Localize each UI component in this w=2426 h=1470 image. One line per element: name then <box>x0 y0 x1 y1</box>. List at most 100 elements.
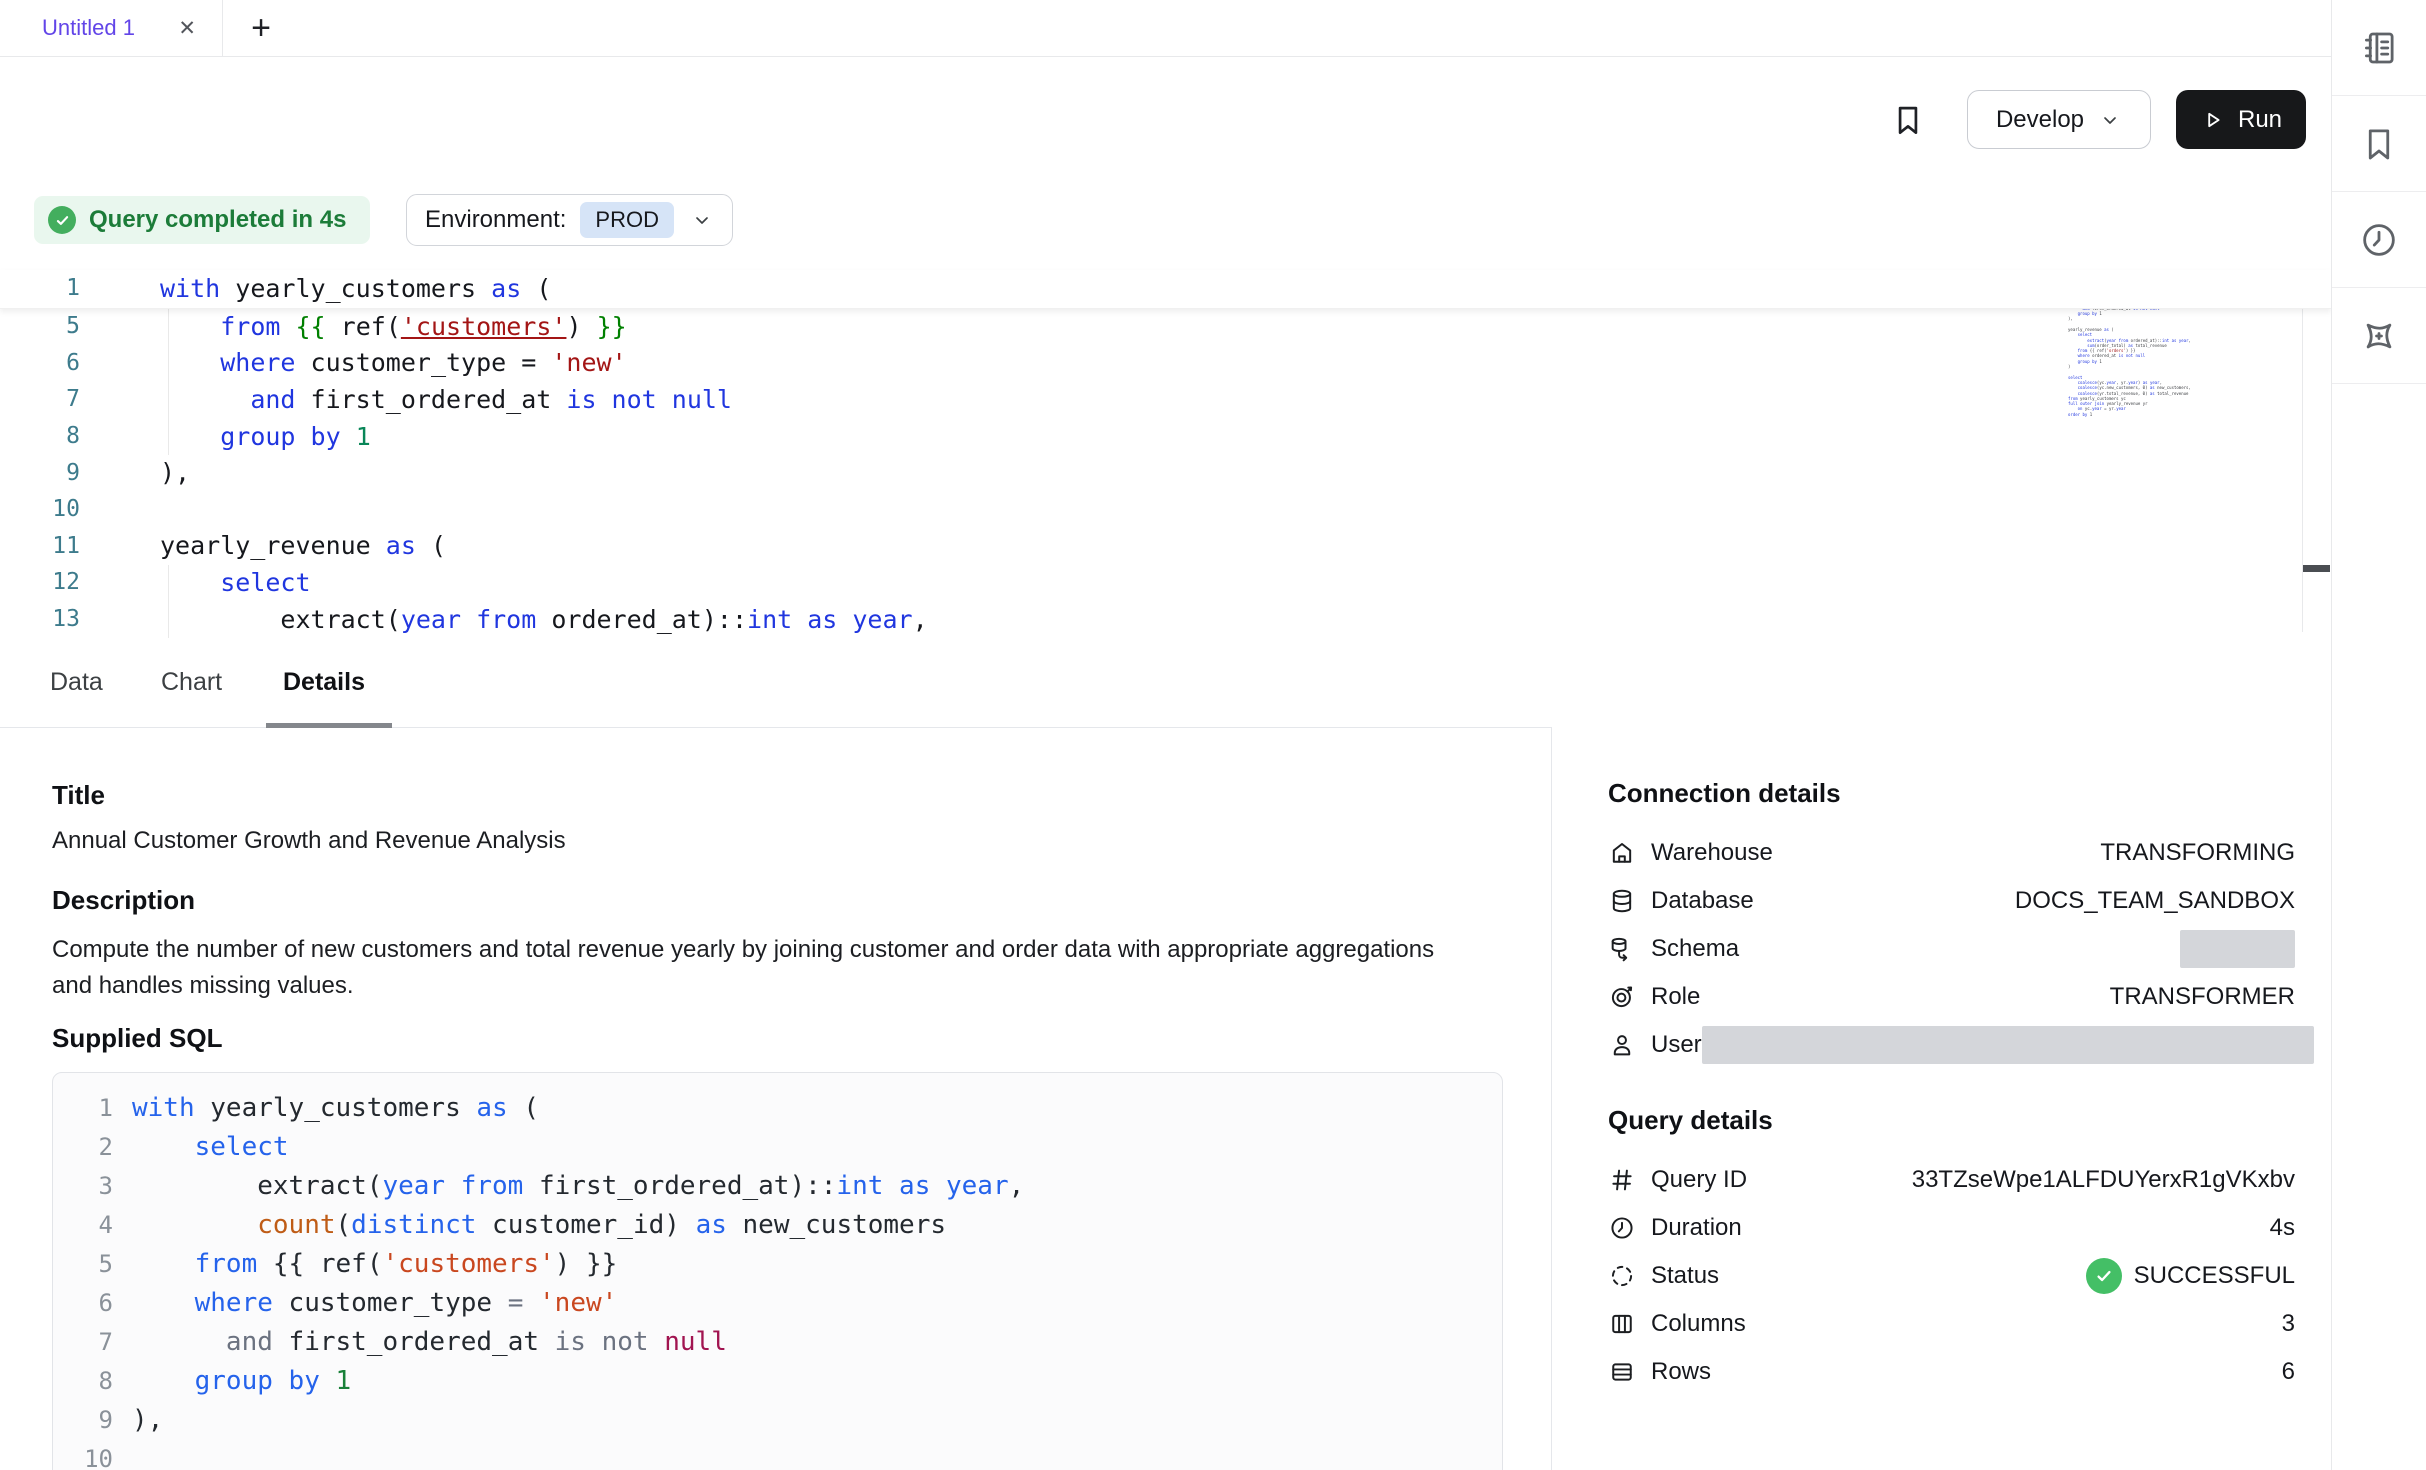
title-heading: Title <box>52 780 105 811</box>
line-number: 9 <box>53 1406 113 1434</box>
query-row-status: Status SUCCESSFUL <box>1608 1252 2295 1300</box>
sidebar-button-bookmark[interactable] <box>2332 96 2426 192</box>
query-row-rows: Rows 6 <box>1608 1348 2295 1396</box>
tab-chart[interactable]: Chart <box>161 638 222 727</box>
query-status-badge: Query completed in 4s <box>34 196 370 244</box>
line-number: 5 <box>53 1250 113 1278</box>
tab-untitled-1[interactable]: Untitled 1 ✕ <box>0 0 223 56</box>
code-text: extract(year from ordered_at)::int as ye… <box>160 605 928 634</box>
code-line: 6 where customer_type = 'new' <box>0 345 2331 382</box>
row-label: Rows <box>1651 1358 1711 1386</box>
code-text: group by 1 <box>132 1366 351 1396</box>
run-label: Run <box>2238 106 2282 134</box>
row-value: TRANSFORMER <box>2110 983 2295 1011</box>
bookmark-icon <box>1889 101 1927 139</box>
row-value: 6 <box>2282 1358 2295 1386</box>
code-line: 1with yearly_customers as ( <box>0 270 2331 307</box>
code-text: from {{ ref('customers') }} <box>132 1249 617 1279</box>
code-text: count(distinct customer_id) as new_custo… <box>132 1210 946 1240</box>
bookmark-icon <box>2358 123 2400 165</box>
code-line: 10 <box>53 1439 1502 1470</box>
row-value: SUCCESSFUL <box>2086 1258 2295 1294</box>
query-row-query-id: Query ID33TZseWpe1ALFDUYerxR1gVKxbv <box>1608 1156 2295 1204</box>
sidebar-button-notebook[interactable] <box>2332 0 2426 96</box>
environment-value-chip: PROD <box>580 202 674 238</box>
columns-icon <box>1608 1310 1636 1338</box>
code-line: 4 count(distinct customer_id) as new_cus… <box>53 1205 1502 1244</box>
code-line: 9), <box>53 1400 1502 1439</box>
row-label: Database <box>1651 887 1754 915</box>
row-label: Query ID <box>1651 1166 1747 1194</box>
sql-editor[interactable]: 1with yearly_customers as ( 5 from {{ re… <box>0 252 2331 639</box>
code-line: 8 group by 1 <box>53 1361 1502 1400</box>
connection-row-role: Role TRANSFORMER <box>1608 973 2295 1021</box>
results-tab-bar: Data Chart Details <box>0 638 2331 728</box>
play-icon <box>2200 107 2226 133</box>
rows-icon <box>1608 1358 1636 1386</box>
tab-data[interactable]: Data <box>50 638 103 727</box>
develop-dropdown[interactable]: Develop <box>1967 90 2151 149</box>
row-label: Columns <box>1651 1310 1746 1338</box>
query-details-heading: Query details <box>1608 1069 2295 1136</box>
role-icon <box>1608 983 1636 1011</box>
connection-row-warehouse: WarehouseTRANSFORMING <box>1608 829 2295 877</box>
code-text: yearly_revenue as ( <box>160 531 446 560</box>
editor-lines[interactable]: 5 from {{ ref('customers') }}6 where cus… <box>0 308 2331 637</box>
query-row-duration: Duration4s <box>1608 1204 2295 1252</box>
details-sidebar: Connection details WarehouseTRANSFORMING… <box>1551 727 2331 1470</box>
row-value: DOCS_TEAM_SANDBOX <box>2015 887 2295 915</box>
close-tab-icon[interactable]: ✕ <box>178 16 196 41</box>
connection-details-rows: WarehouseTRANSFORMING Database DOCS_TEAM_S… <box>1608 829 2295 1069</box>
chevron-down-icon <box>690 208 714 232</box>
right-icon-sidebar <box>2331 0 2426 1470</box>
code-line: 12 select <box>0 564 2331 601</box>
code-line: 6 where customer_type = 'new' <box>53 1283 1502 1322</box>
row-value: 4s <box>2270 1214 2295 1242</box>
environment-selector[interactable]: Environment: PROD <box>406 194 733 246</box>
sidebar-button-clock[interactable] <box>2332 192 2426 288</box>
minimap-line: order by 1 <box>2068 412 2208 417</box>
line-number: 6 <box>53 1289 113 1317</box>
code-line: 5 from {{ ref('customers') }} <box>53 1244 1502 1283</box>
connection-row-user: User <box>1608 1021 2295 1069</box>
query-details-rows: Query ID33TZseWpe1ALFDUYerxR1gVKxbvDurat… <box>1608 1156 2295 1396</box>
code-text: where customer_type = 'new' <box>132 1288 617 1318</box>
line-number: 10 <box>0 496 80 522</box>
code-text: ), <box>160 458 190 487</box>
connection-row-schema: Schema <box>1608 925 2295 973</box>
clock-icon <box>2358 219 2400 261</box>
line-number: 13 <box>0 606 80 632</box>
tab-details[interactable]: Details <box>283 638 365 727</box>
run-button[interactable]: Run <box>2176 90 2306 149</box>
code-line: 7 and first_ordered_at is not null <box>0 381 2331 418</box>
code-text: select <box>132 1132 289 1162</box>
code-text: extract(year from first_ordered_at)::int… <box>132 1171 1024 1201</box>
code-text: from {{ ref('customers') }} <box>160 312 627 341</box>
environment-label: Environment: <box>425 206 566 234</box>
code-line: 13 extract(year from ordered_at)::int as… <box>0 601 2331 638</box>
code-text: where customer_type = 'new' <box>160 348 627 377</box>
bookmark-query-button[interactable] <box>1889 101 1927 139</box>
row-label: Status <box>1651 1262 1719 1290</box>
loader-icon <box>1608 1262 1636 1290</box>
row-label: Schema <box>1651 935 1739 963</box>
code-text: ), <box>132 1405 163 1435</box>
row-value: TRANSFORMING <box>2100 839 2295 867</box>
row-label: Role <box>1651 983 1700 1011</box>
code-text: and first_ordered_at is not null <box>160 385 732 414</box>
code-text: with yearly_customers as ( <box>160 274 551 303</box>
sidebar-button-copilot[interactable] <box>2332 288 2426 384</box>
tab-title: Untitled 1 <box>42 15 135 41</box>
success-check-icon <box>2086 1258 2122 1294</box>
clock-icon <box>1608 1214 1636 1242</box>
sticky-scroll-line[interactable]: 1with yearly_customers as ( <box>0 270 2331 309</box>
line-number: 9 <box>0 460 80 486</box>
row-value <box>1702 1026 2314 1064</box>
main-column: Untitled 1 ✕ + Develop Run Query complet… <box>0 0 2331 1470</box>
supplied-sql-heading: Supplied SQL <box>52 1023 222 1054</box>
query-status-text: Query completed in 4s <box>89 206 346 234</box>
redacted-value <box>2180 930 2295 968</box>
new-tab-button[interactable]: + <box>238 5 284 51</box>
user-icon <box>1608 1031 1636 1059</box>
line-number: 6 <box>0 350 80 376</box>
